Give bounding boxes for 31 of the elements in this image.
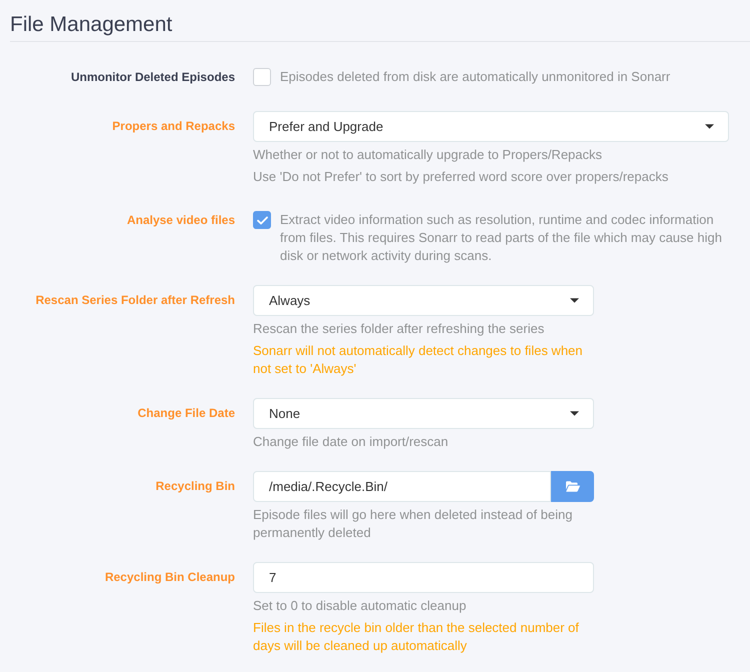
section-title: File Management — [10, 0, 750, 42]
dropdown-select[interactable]: Prefer and Upgrade — [253, 111, 729, 142]
help-text: Use 'Do not Prefer' to sort by preferred word score over propers/repacks — [253, 168, 670, 186]
setting-label: Analyse video files — [126, 212, 235, 229]
setting-label: Propers and Repacks — [111, 118, 235, 135]
caret-icon — [570, 298, 579, 303]
caret-icon — [705, 124, 714, 129]
folder-icon — [566, 481, 580, 492]
setting-label: Unmonitor Deleted Episodes — [70, 69, 235, 86]
checkbox[interactable] — [253, 211, 271, 229]
warning-text: Sonarr will not automatically detect changes to files when not set to 'Always' — [253, 342, 584, 378]
setting-label: Change File Date — [136, 405, 235, 422]
help-text: Episode files will go here when deleted instead of being permanently deleted — [253, 506, 574, 542]
path-input[interactable]: /media/.Recycle.Bin/ — [253, 471, 551, 502]
checkbox-description: Episodes deleted from disk are automatically unmonitored in Sonarr — [280, 68, 670, 86]
checkbox[interactable] — [253, 68, 271, 86]
checkbox-description: Extract video information such as resolution, runtime and codec information from files. This requires Sonarr to read parts of the file which may cause high disk or network activity during scans. — [280, 211, 723, 265]
setting-label: Recycling Bin Cleanup — [104, 569, 235, 586]
number-input[interactable]: 7 — [253, 562, 594, 593]
help-text: Change file date on import/rescan — [253, 433, 450, 451]
help-text: Whether or not to automatically upgrade to Propers/Repacks — [253, 146, 604, 164]
dropdown-select[interactable]: None — [253, 398, 594, 429]
setting-label: Recycling Bin — [154, 478, 235, 495]
caret-icon — [570, 411, 579, 416]
browse-button[interactable] — [551, 471, 594, 502]
dropdown-select[interactable]: Always — [253, 285, 594, 316]
help-text: Rescan the series folder after refreshing the series — [253, 320, 546, 338]
warning-text: Files in the recycle bin older than the selected number of days will be cleaned up automatically — [253, 619, 580, 655]
setting-label: Rescan Series Folder after Refresh — [34, 292, 235, 309]
checkmark-icon — [256, 216, 268, 224]
help-text: Set to 0 to disable automatic cleanup — [253, 597, 468, 615]
